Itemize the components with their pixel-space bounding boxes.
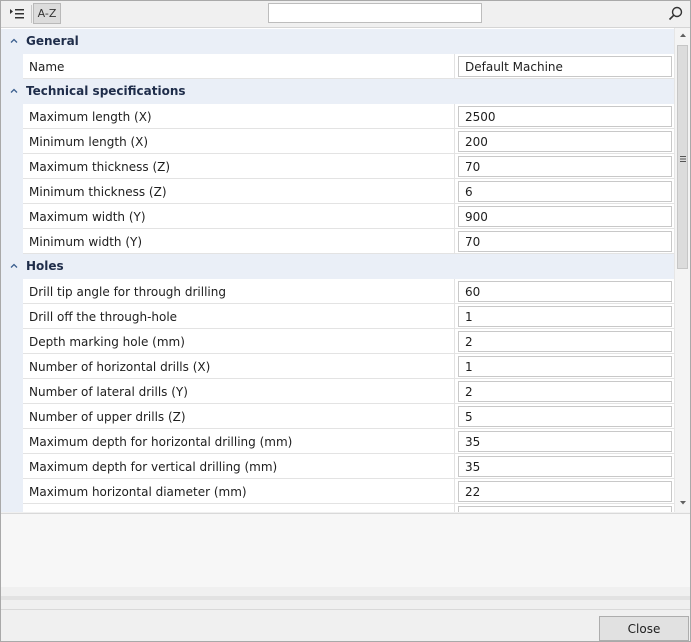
property-label: Maximum width (Y) — [29, 210, 146, 224]
property-label: Maximum depth for horizontal drilling (m… — [29, 435, 293, 449]
property-row[interactable]: Minimum width (Y) 70 — [23, 229, 674, 254]
property-value-field[interactable]: 2 — [458, 381, 672, 402]
property-value-field[interactable]: 70 — [458, 156, 672, 177]
row-divider — [454, 479, 455, 504]
property-value-field[interactable]: 5 — [458, 406, 672, 427]
category-general[interactable]: General — [1, 29, 674, 54]
property-row[interactable]: Minimum thickness (Z) 6 — [23, 179, 674, 204]
vertical-scrollbar[interactable] — [674, 28, 690, 512]
property-label: Number of horizontal drills (X) — [29, 360, 211, 374]
row-divider — [454, 154, 455, 179]
property-value-field[interactable]: 60 — [458, 281, 672, 302]
footer — [1, 609, 690, 641]
category-label: Technical specifications — [26, 84, 186, 98]
property-value-field[interactable]: Default Machine — [458, 56, 672, 77]
property-value-field[interactable]: 1 — [458, 306, 672, 327]
categorized-view-button[interactable] — [4, 3, 30, 24]
property-row[interactable]: Number of upper drills (Z) 5 — [23, 404, 674, 429]
property-row[interactable]: Maximum thickness (Z) 70 — [23, 154, 674, 179]
property-row[interactable]: Number of lateral drills (Y) 2 — [23, 379, 674, 404]
property-label: Depth marking hole (mm) — [29, 335, 185, 349]
row-divider — [454, 354, 455, 379]
property-label: Maximum horizontal diameter (mm) — [29, 485, 247, 499]
scroll-down-arrow-icon[interactable] — [678, 499, 688, 507]
property-row[interactable]: Number of horizontal drills (X) 1 — [23, 354, 674, 379]
gutter — [1, 54, 23, 79]
property-row[interactable]: Maximum depth for horizontal drilling (m… — [23, 429, 674, 454]
row-divider — [454, 204, 455, 229]
property-label: Maximum length (X) — [29, 110, 152, 124]
row-divider — [454, 329, 455, 354]
row-divider — [454, 379, 455, 404]
property-label: Name — [29, 60, 65, 74]
property-value-field[interactable] — [458, 506, 672, 512]
category-label: General — [26, 34, 79, 48]
row-divider — [454, 404, 455, 429]
categorized-view-icon — [10, 8, 24, 18]
property-value-field[interactable]: 22 — [458, 481, 672, 502]
property-label: Maximum depth for vertical drilling (mm) — [29, 460, 278, 474]
property-row[interactable]: Depth marking hole (mm) 2 — [23, 329, 674, 354]
property-value-field[interactable]: 2 — [458, 331, 672, 352]
property-row[interactable]: Name Default Machine — [23, 54, 674, 79]
search-input[interactable] — [268, 3, 482, 23]
property-value-field[interactable]: 6 — [458, 181, 672, 202]
property-label: Number of lateral drills (Y) — [29, 385, 188, 399]
row-divider — [454, 504, 455, 512]
property-row[interactable]: Maximum horizontal diameter (mm) 22 — [23, 479, 674, 504]
property-row[interactable]: Drill off the through-hole 1 — [23, 304, 674, 329]
property-row[interactable] — [23, 504, 674, 512]
toolbar: A-Z — [1, 1, 690, 28]
row-divider — [454, 129, 455, 154]
property-value-field[interactable]: 200 — [458, 131, 672, 152]
search-icon — [668, 6, 683, 21]
category-technical-specifications[interactable]: Technical specifications — [1, 79, 674, 104]
row-divider — [454, 429, 455, 454]
row-divider — [454, 304, 455, 329]
scroll-up-arrow-icon[interactable] — [678, 31, 688, 39]
row-divider — [454, 454, 455, 479]
property-label: Minimum width (Y) — [29, 235, 143, 249]
property-label: Minimum length (X) — [29, 135, 149, 149]
row-divider — [454, 279, 455, 304]
property-value-field[interactable]: 70 — [458, 231, 672, 252]
property-value-field[interactable]: 2500 — [458, 106, 672, 127]
row-divider — [454, 179, 455, 204]
property-row[interactable]: Minimum length (X) 200 — [23, 129, 674, 154]
close-button-label: Close — [627, 621, 661, 636]
row-divider — [454, 54, 455, 79]
chevron-up-icon[interactable] — [9, 36, 19, 46]
property-value-field[interactable]: 1 — [458, 356, 672, 377]
property-row[interactable]: Maximum length (X) 2500 — [23, 104, 674, 129]
close-button[interactable]: Close — [599, 616, 689, 641]
property-window: A-Z General Name Default Machine Technic… — [0, 0, 691, 642]
property-row[interactable]: Drill tip angle for through drilling 60 — [23, 279, 674, 304]
property-value-field[interactable]: 35 — [458, 431, 672, 452]
gutter — [1, 104, 23, 254]
property-label: Minimum thickness (Z) — [29, 185, 167, 199]
toolbar-separator — [31, 5, 32, 23]
grip-icon — [680, 156, 686, 162]
alphabetical-view-button[interactable]: A-Z — [33, 3, 61, 24]
property-label: Drill tip angle for through drilling — [29, 285, 226, 299]
property-label: Number of upper drills (Z) — [29, 410, 186, 424]
property-grid: General Name Default Machine Technical s… — [1, 28, 690, 512]
description-panel — [1, 513, 690, 587]
property-label: Maximum thickness (Z) — [29, 160, 171, 174]
category-label: Holes — [26, 259, 64, 273]
row-divider — [454, 229, 455, 254]
gutter — [1, 279, 23, 512]
splitter-line — [1, 596, 690, 600]
chevron-up-icon[interactable] — [9, 261, 19, 271]
property-label: Drill off the through-hole — [29, 310, 178, 324]
property-row[interactable]: Maximum width (Y) 900 — [23, 204, 674, 229]
alphabetical-view-label: A-Z — [37, 7, 57, 20]
property-value-field[interactable]: 35 — [458, 456, 672, 477]
property-row[interactable]: Maximum depth for vertical drilling (mm)… — [23, 454, 674, 479]
property-value-field[interactable]: 900 — [458, 206, 672, 227]
category-holes[interactable]: Holes — [1, 254, 674, 279]
chevron-up-icon[interactable] — [9, 86, 19, 96]
row-divider — [454, 104, 455, 129]
search-button[interactable] — [667, 5, 685, 23]
